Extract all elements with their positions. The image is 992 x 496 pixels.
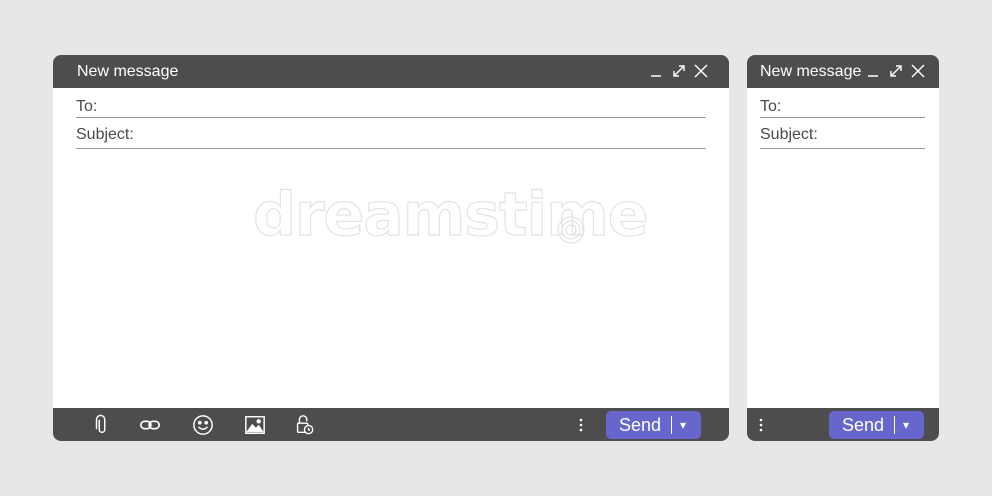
- window-controls: [866, 63, 926, 79]
- minimize-icon[interactable]: [649, 63, 665, 79]
- to-input[interactable]: [146, 94, 706, 118]
- send-label: Send: [842, 414, 885, 435]
- expand-icon[interactable]: [671, 63, 687, 79]
- emoji-icon[interactable]: [191, 413, 215, 437]
- image-icon[interactable]: [243, 413, 267, 437]
- close-icon[interactable]: [693, 63, 709, 79]
- link-icon[interactable]: [138, 413, 162, 437]
- to-label: To:: [76, 98, 98, 115]
- title-bar: New message: [747, 55, 939, 88]
- compose-toolbar: Send ▾: [53, 408, 729, 441]
- window-title: New message: [77, 63, 179, 80]
- compose-toolbar: Send ▾: [747, 408, 939, 441]
- close-icon[interactable]: [910, 63, 926, 79]
- message-body[interactable]: [767, 155, 919, 401]
- expand-icon[interactable]: [888, 63, 904, 79]
- message-body[interactable]: [73, 155, 709, 401]
- minimize-icon[interactable]: [866, 63, 882, 79]
- to-field: To:: [760, 92, 925, 118]
- lock-clock-icon[interactable]: [292, 413, 316, 437]
- to-field: To:: [76, 92, 706, 118]
- subject-label: Subject:: [76, 126, 134, 143]
- window-controls: [649, 63, 709, 79]
- send-button[interactable]: Send ▾: [606, 411, 701, 439]
- subject-field: Subject:: [760, 120, 925, 149]
- paperclip-icon[interactable]: [90, 413, 114, 437]
- send-dropdown-icon[interactable]: ▾: [672, 418, 686, 432]
- subject-input[interactable]: [822, 122, 925, 146]
- compose-window-large: New message To: Subject: Send ▾: [53, 55, 729, 441]
- send-button[interactable]: Send ▾: [829, 411, 924, 439]
- subject-field: Subject:: [76, 120, 706, 149]
- more-options-icon[interactable]: [757, 417, 765, 433]
- to-label: To:: [760, 98, 782, 115]
- send-label: Send: [619, 414, 662, 435]
- title-bar: New message: [53, 55, 729, 88]
- more-options-icon[interactable]: [577, 417, 585, 433]
- watermark-swirl-icon: [557, 216, 585, 244]
- send-dropdown-icon[interactable]: ▾: [895, 418, 909, 432]
- window-title: New message: [760, 63, 862, 80]
- compose-window-small: New message To: Subject: Send ▾: [747, 55, 939, 441]
- to-input[interactable]: [822, 94, 925, 118]
- subject-label: Subject:: [760, 126, 818, 143]
- subject-input[interactable]: [146, 122, 706, 146]
